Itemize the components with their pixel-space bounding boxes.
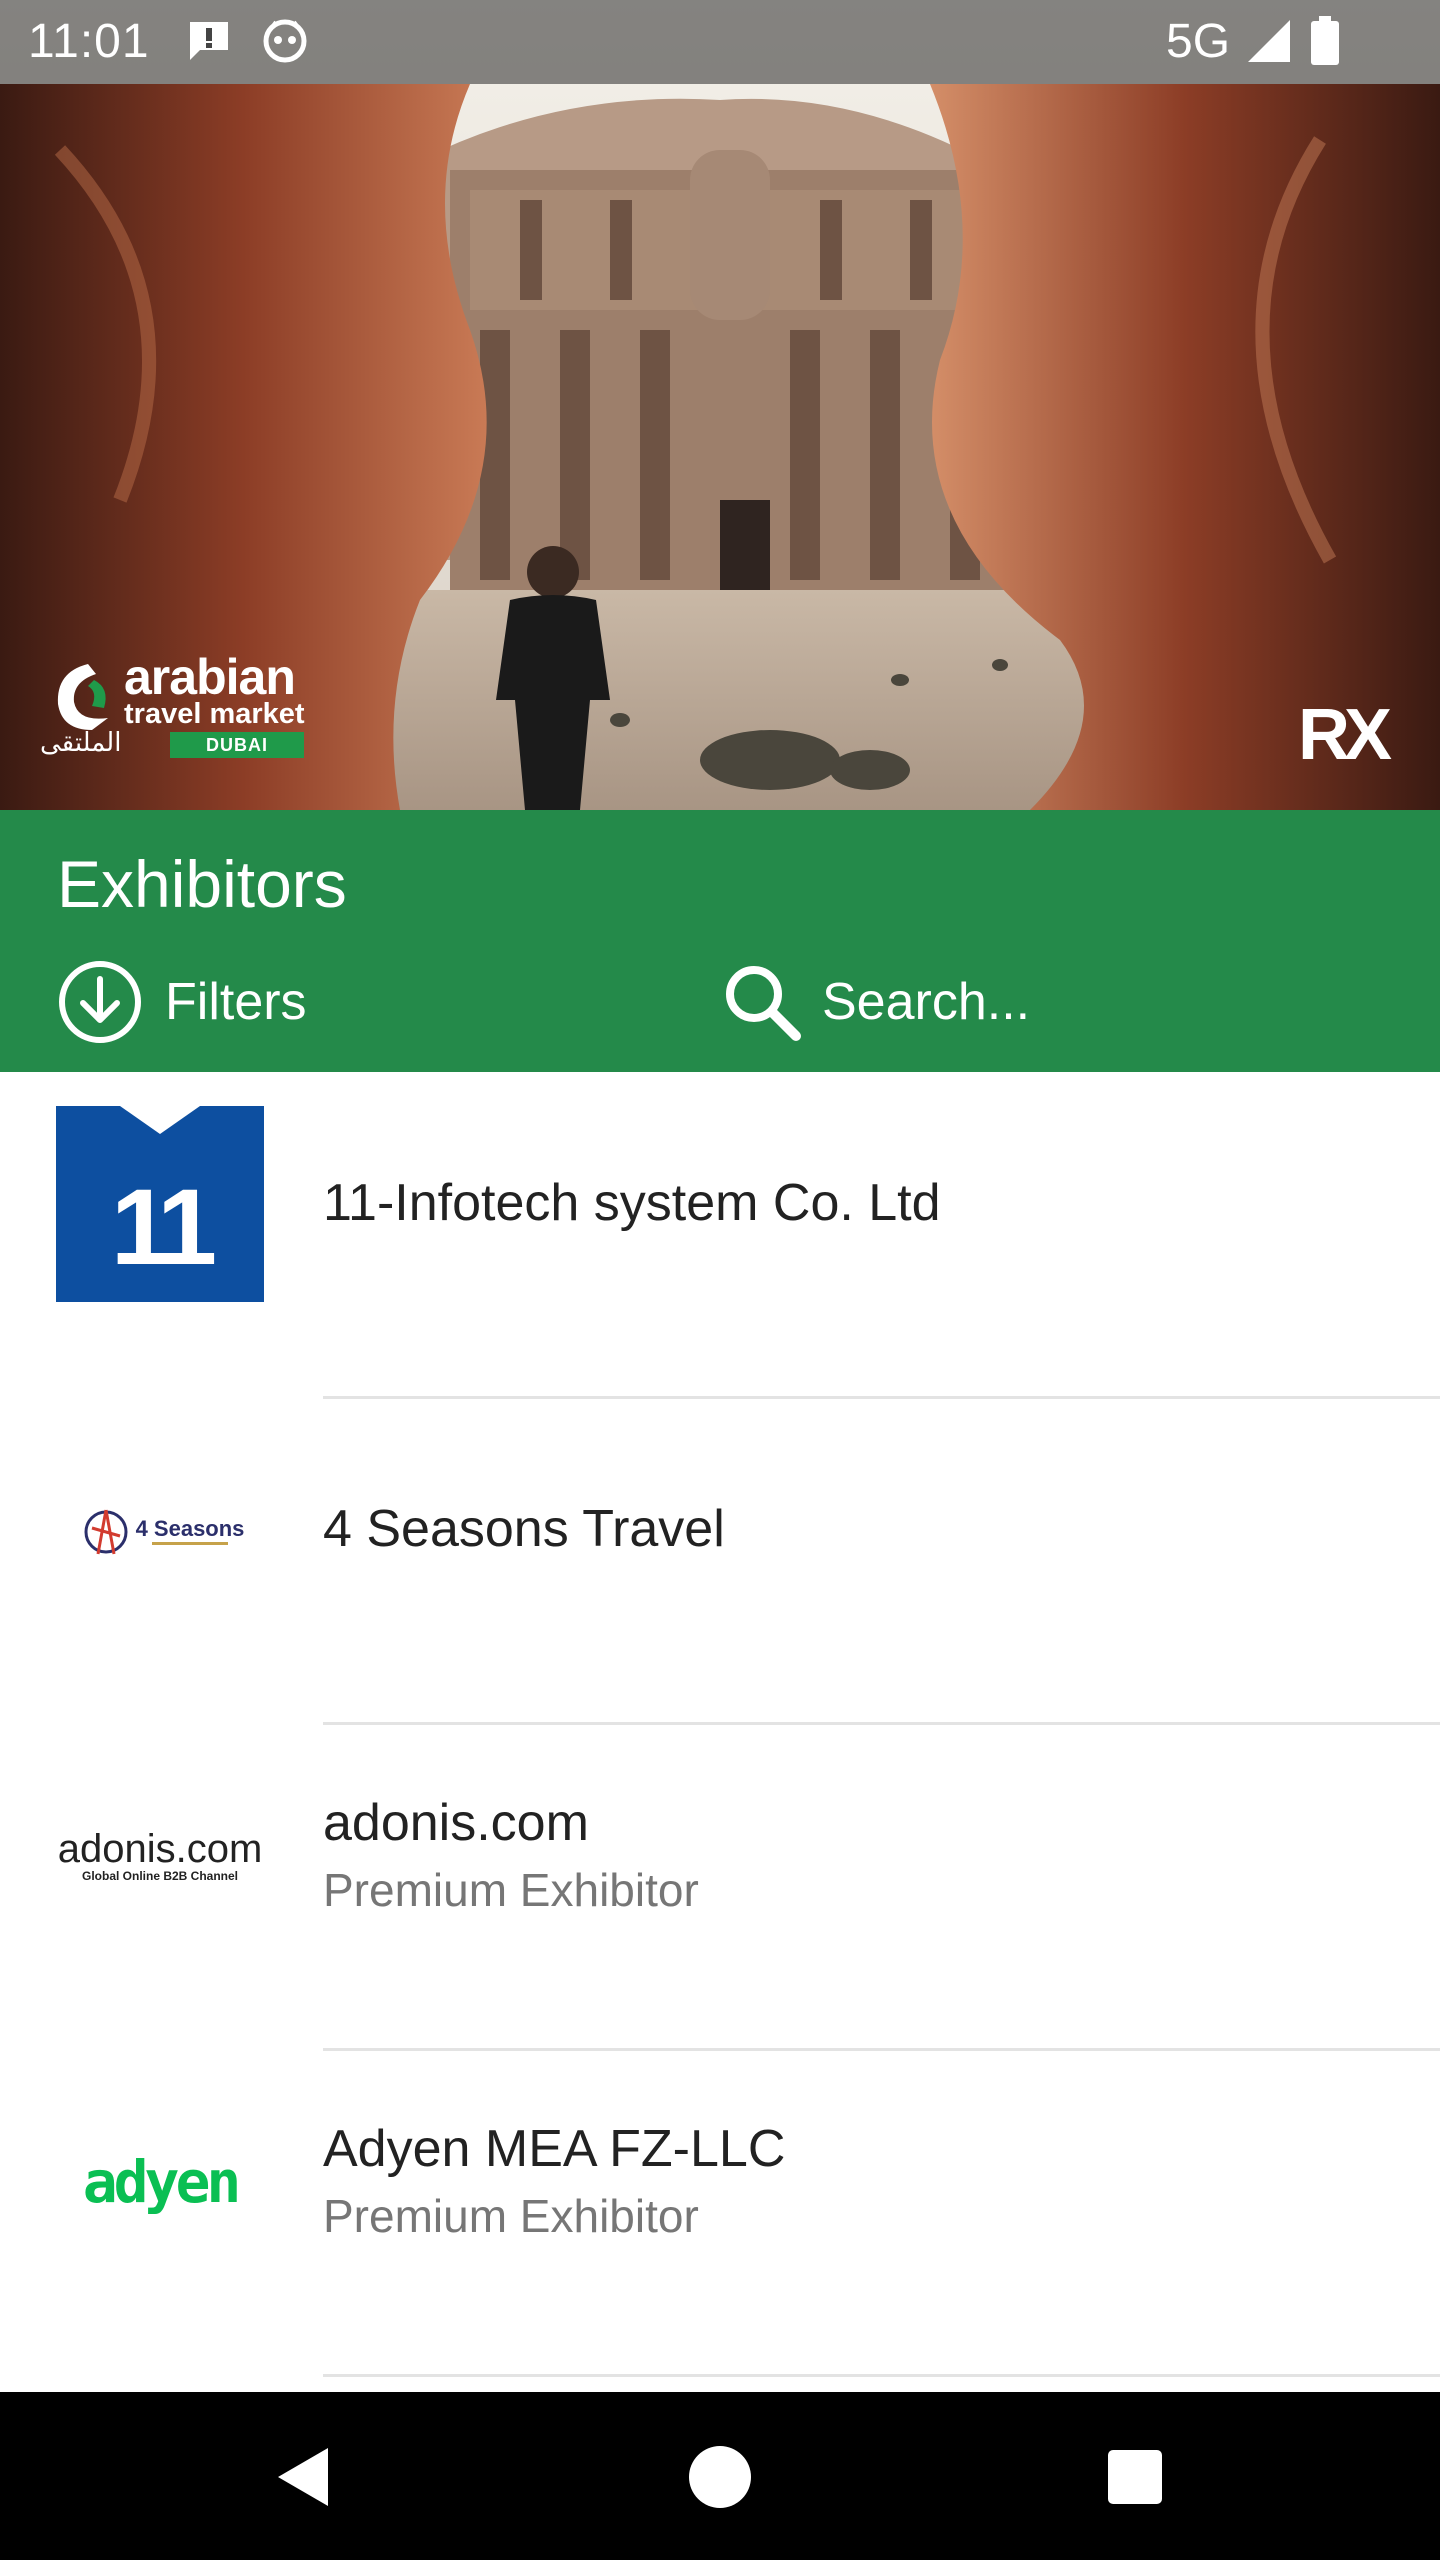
- exhibitor-tier: Premium Exhibitor: [323, 1864, 699, 1916]
- network-type: 5G: [1166, 15, 1231, 68]
- atm-logo-word-travel-market: travel market: [124, 698, 305, 730]
- divider: [323, 2374, 1440, 2377]
- status-time: 11:01: [28, 15, 150, 68]
- home-circle-icon: [689, 2446, 751, 2508]
- infotech-logo-text: 11: [111, 1166, 215, 1287]
- exhibitor-name: 4 Seasons Travel: [323, 1500, 725, 1558]
- hero-banner: 11:01 5G arabian travel market الملتقى D…: [0, 0, 1440, 810]
- exhibitor-list: 11 11-Infotech system Co. Ltd 4 Seasons …: [0, 1072, 1440, 2377]
- filters-label: Filters: [165, 973, 307, 1031]
- alert-notification-icon: [186, 18, 232, 69]
- battery-icon: [1310, 16, 1340, 71]
- search-input[interactable]: [822, 972, 1382, 1032]
- exhibitor-logo-adonis: adonis.com Global Online B2B Channel: [56, 1758, 264, 1954]
- adonis-logo-text: adonis.com: [58, 1827, 263, 1871]
- atm-mark-icon: [57, 664, 108, 730]
- search-bar[interactable]: [720, 958, 1400, 1046]
- exhibitor-name: Adyen MEA FZ-LLC: [323, 2120, 786, 2178]
- list-item[interactable]: adonis.com Global Online B2B Channel ado…: [0, 1724, 1440, 2051]
- search-icon: [726, 966, 801, 1041]
- back-button[interactable]: [260, 2432, 350, 2522]
- atm-logo-arabic: الملتقى: [40, 728, 122, 758]
- recents-square-icon: [1108, 2450, 1162, 2504]
- adonis-logo-tagline: Global Online B2B Channel: [82, 1869, 238, 1883]
- home-button[interactable]: [675, 2432, 765, 2522]
- rx-logo: RX: [1298, 695, 1392, 775]
- exhibitor-name: 11-Infotech system Co. Ltd: [323, 1174, 941, 1232]
- download-circle-icon: [59, 961, 141, 1043]
- recents-button[interactable]: [1090, 2432, 1180, 2522]
- back-triangle-icon: [278, 2448, 328, 2506]
- exhibitor-name: adonis.com: [323, 1794, 589, 1852]
- signal-icon: [1246, 18, 1292, 69]
- four-seasons-logo-text: 4 Seasons: [136, 1516, 245, 1541]
- status-bar: 11:01 5G: [0, 0, 1440, 84]
- exhibitors-header: Exhibitors Filters: [0, 810, 1440, 1072]
- list-item[interactable]: adyen Adyen MEA FZ-LLC Premium Exhibitor: [0, 2050, 1440, 2377]
- arabian-travel-market-logo: arabian travel market الملتقى DUBAI: [40, 648, 320, 762]
- list-item[interactable]: 11 11-Infotech system Co. Ltd: [0, 1072, 1440, 1399]
- filters-button[interactable]: Filters: [57, 958, 307, 1046]
- adyen-logo-text: adyen: [83, 2148, 238, 2216]
- exhibitor-logo-adyen: adyen: [56, 2084, 264, 2280]
- page-title: Exhibitors: [57, 847, 347, 921]
- assistant-face-icon: [262, 18, 308, 69]
- exhibitor-tier: Premium Exhibitor: [323, 2190, 699, 2242]
- exhibitor-logo-11-infotech: 11: [56, 1106, 264, 1302]
- list-item[interactable]: 4 Seasons 4 Seasons Travel: [0, 1398, 1440, 1725]
- exhibitor-logo-4-seasons: 4 Seasons: [56, 1432, 264, 1628]
- system-navigation-bar: [0, 2392, 1440, 2560]
- atm-logo-dubai-badge: DUBAI: [170, 732, 304, 758]
